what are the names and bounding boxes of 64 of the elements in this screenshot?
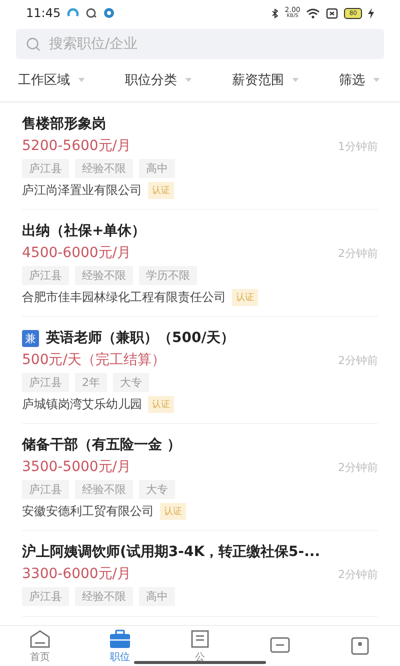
job-title[interactable]: 出纳（社保+单休） — [22, 222, 146, 240]
caret-icon[interactable] — [185, 78, 192, 82]
job-tag: 大专 — [139, 480, 175, 499]
job-tag: 经验不限 — [75, 587, 133, 606]
salary-text: 4500-6000元/月 — [22, 244, 132, 262]
salary-text: 5200-5600元/月 — [22, 137, 132, 155]
job-tag: 大专 — [113, 373, 149, 392]
message-icon — [269, 636, 291, 656]
job-title[interactable]: 沪上阿姨调饮师(试用期3-4K，转正缴社保5-... — [22, 543, 320, 561]
verified-badge: 认证 — [148, 396, 174, 413]
caret-icon[interactable] — [373, 78, 380, 82]
salary-text: 3500-5000元/月 — [22, 458, 132, 476]
job-tag: 庐江县 — [22, 587, 69, 606]
job-tag: 经验不限 — [75, 266, 133, 285]
posted-time: 2分钟前 — [338, 566, 378, 582]
company-name: 安徽安德利工贸有限公司 — [22, 503, 154, 520]
caret-icon[interactable] — [78, 78, 85, 82]
verified-badge: 认证 — [160, 503, 186, 520]
building-icon — [189, 628, 211, 648]
chat-bubble-icon — [84, 7, 97, 19]
job-tag: 经验不限 — [75, 480, 133, 499]
company-name: 庐江尚泽置业有限公司 — [22, 182, 142, 199]
job-title[interactable]: 售楼部形象岗 — [22, 115, 106, 133]
charging-icon — [368, 8, 374, 18]
app-notification-icon — [66, 7, 79, 19]
nav-tab[interactable]: 公 — [160, 626, 240, 666]
job-tag: 高中 — [139, 587, 175, 606]
verified-badge: 认证 — [232, 289, 258, 306]
nav-tab[interactable]: 职位 — [80, 626, 160, 666]
bluetooth-icon — [270, 8, 279, 18]
job-tag: 庐江县 — [22, 159, 69, 178]
verified-badge: 认证 — [148, 182, 174, 199]
part-time-badge: 兼 — [22, 330, 39, 346]
caret-icon[interactable] — [292, 78, 299, 82]
status-time: 11:45 — [26, 6, 61, 20]
posted-time: 2分钟前 — [338, 352, 378, 368]
search-field[interactable]: 搜索职位/企业 — [16, 29, 384, 59]
job-tag: 庐江县 — [22, 480, 69, 499]
job-tag: 庐江县 — [22, 266, 69, 285]
filter-dropdown[interactable]: 工作区域 — [18, 71, 70, 89]
job-tag: 2年 — [75, 373, 107, 392]
profile-icon — [349, 636, 371, 656]
job-tag: 高中 — [139, 159, 175, 178]
filter-dropdown[interactable]: 薪资范围 — [232, 71, 284, 89]
nav-tab[interactable]: 首页 — [0, 626, 80, 666]
company-name: 合肥市佳丰园林绿化工程有限责任公司 — [22, 289, 226, 306]
posted-time: 2分钟前 — [338, 460, 378, 474]
job-tag: 学历不限 — [139, 266, 197, 285]
job-title[interactable]: 储备干部（有五险一金 ） — [22, 436, 181, 454]
company-name: 庐城镇岗湾艾乐幼儿园 — [22, 396, 142, 413]
briefcase-icon — [109, 628, 131, 648]
filter-dropdown[interactable]: 职位分类 — [125, 71, 177, 89]
sim-icon — [326, 8, 338, 18]
job-tag: 庐江县 — [22, 373, 69, 392]
home-icon — [29, 628, 51, 648]
posted-time: 1分钟前 — [338, 138, 378, 154]
app-notification-icon — [102, 7, 115, 19]
wifi-icon — [306, 8, 320, 18]
posted-time: 2分钟前 — [338, 246, 378, 260]
job-tag: 经验不限 — [75, 159, 133, 178]
job-title[interactable]: 英语老师（兼职）（500/天） — [46, 329, 234, 347]
filter-dropdown[interactable]: 筛选 — [339, 71, 365, 89]
salary-text: 500元/天（完工结算） — [22, 351, 166, 369]
salary-text: 3300-6000元/月 — [22, 565, 132, 583]
